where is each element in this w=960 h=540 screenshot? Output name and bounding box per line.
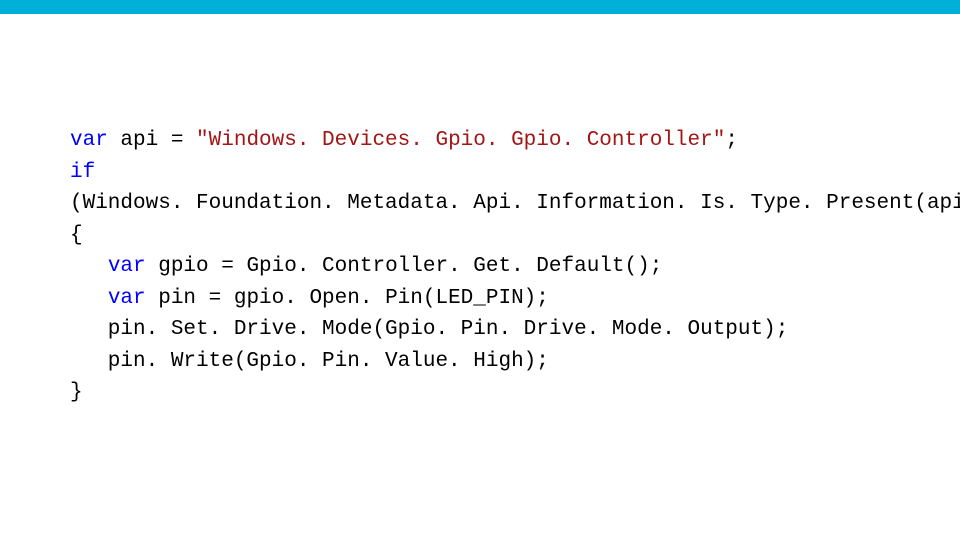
- brace-close: }: [70, 381, 83, 404]
- code-text: pin = gpio. Open. Pin(LED_PIN);: [146, 287, 549, 310]
- keyword-var: var: [70, 129, 108, 152]
- accent-bar: [0, 0, 960, 14]
- code-text: ;: [725, 129, 738, 152]
- indent: [70, 287, 108, 310]
- keyword-var: var: [108, 287, 146, 310]
- code-block: var api = "Windows. Devices. Gpio. Gpio.…: [70, 125, 960, 409]
- indent: [70, 255, 108, 278]
- code-text: api =: [108, 129, 196, 152]
- code-text: pin. Set. Drive. Mode(Gpio. Pin. Drive. …: [70, 318, 788, 341]
- keyword-var: var: [108, 255, 146, 278]
- keyword-if: if: [70, 161, 95, 184]
- code-text: pin. Write(Gpio. Pin. Value. High);: [70, 350, 549, 373]
- code-text: (Windows. Foundation. Metadata. Api. Inf…: [70, 192, 960, 215]
- code-text: gpio = Gpio. Controller. Get. Default();: [146, 255, 663, 278]
- string-literal: "Windows. Devices. Gpio. Gpio. Controlle…: [196, 129, 725, 152]
- brace-open: {: [70, 224, 83, 247]
